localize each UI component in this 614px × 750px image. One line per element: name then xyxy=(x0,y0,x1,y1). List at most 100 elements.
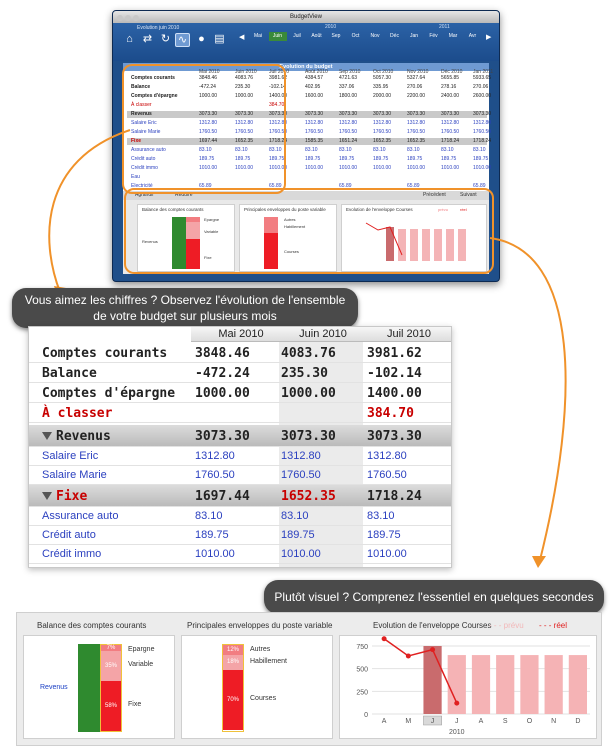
cell-value: 1697.44 xyxy=(195,488,250,504)
segment-percent: 58% xyxy=(104,703,117,709)
x-tick-label[interactable]: O xyxy=(527,718,533,725)
column-header[interactable]: Juil 2010 xyxy=(367,327,451,341)
current-month-bar[interactable] xyxy=(423,646,442,714)
envelopes-chart: 12% 18% 70% Autres Habillement Courses xyxy=(181,635,333,739)
evolution-chart: 0 250 500 750 A M J J A S O N D 2010 xyxy=(339,635,597,739)
summary-row[interactable]: Comptes d'épargne 1000.00 1000.00 1400.00 xyxy=(29,383,451,403)
segment-label: Epargne xyxy=(128,646,155,653)
segment-label: Fixe xyxy=(128,701,142,708)
row-label-text: À classer xyxy=(42,405,113,421)
cell-value: 1312.80 xyxy=(281,450,321,462)
row-divider xyxy=(29,422,451,423)
row-label: Salaire Marie xyxy=(42,469,107,481)
cell-value: 3073.30 xyxy=(367,428,422,444)
x-tick-label[interactable]: J xyxy=(431,718,435,725)
cell-value: 384.70 xyxy=(367,405,414,421)
fixe-group-row[interactable]: Fixe 1697.44 1652.35 1718.24 xyxy=(29,485,451,507)
y-tick-label: 750 xyxy=(356,644,368,651)
summary-row[interactable]: Balance -472.24 235.30 -102.14 xyxy=(29,363,451,383)
cell-value: 189.75 xyxy=(367,529,401,541)
revenus-label: Revenus xyxy=(40,684,68,691)
planned-bar[interactable] xyxy=(544,655,563,714)
cell-value: 3981.62 xyxy=(367,345,422,361)
x-tick-label[interactable]: M xyxy=(405,718,411,725)
expense-row[interactable]: Assurance auto 83.10 83.10 83.10 xyxy=(29,507,451,526)
collapse-triangle-icon[interactable] xyxy=(42,432,52,440)
column-header[interactable]: Mai 2010 xyxy=(201,327,281,341)
summary-row[interactable]: À classer 384.70 xyxy=(29,403,451,423)
segment-label: Autres xyxy=(250,646,271,653)
cell-value: 1760.50 xyxy=(281,469,321,481)
revenus-group-row[interactable]: Revenus 3073.30 3073.30 3073.30 xyxy=(29,425,451,447)
row-label: Crédit immo xyxy=(42,548,101,560)
cell-value: 1010.00 xyxy=(195,548,235,560)
x-tick-label[interactable]: A xyxy=(382,718,387,725)
row-divider xyxy=(29,563,451,564)
row-label-text: Crédit immo xyxy=(42,548,102,560)
expense-row[interactable]: Crédit auto 189.75 189.75 189.75 xyxy=(29,526,451,545)
legend-actual: - - - réel xyxy=(539,621,567,630)
row-label-text: Balance xyxy=(42,365,97,381)
planned-bar[interactable] xyxy=(471,655,491,714)
actual-line xyxy=(383,638,458,704)
cell-value: 83.10 xyxy=(367,510,395,522)
x-tick-label[interactable]: J xyxy=(455,718,459,725)
cell-value: 1760.50 xyxy=(367,469,407,481)
evolution-plot: 0 250 500 750 A M J J A S O N D 2010 xyxy=(356,636,590,736)
row-label-text: Crédit auto xyxy=(42,529,96,541)
cell-value: 189.75 xyxy=(281,529,315,541)
visual-callout-text: Plutôt visuel ? Comprenez l'essentiel en… xyxy=(274,590,594,604)
stack-segment: 12% xyxy=(223,645,243,655)
planned-bar[interactable] xyxy=(568,655,587,714)
planned-bar[interactable] xyxy=(496,655,515,714)
planned-bar[interactable] xyxy=(520,655,539,714)
visual-callout: Plutôt visuel ? Comprenez l'essentiel en… xyxy=(264,580,604,614)
cell-value: 4083.76 xyxy=(281,345,336,361)
row-label-text: Revenus xyxy=(56,428,111,444)
cell-value: 83.10 xyxy=(195,510,223,522)
segment-label: Variable xyxy=(128,661,154,668)
cell-value: 3848.46 xyxy=(195,345,250,361)
x-tick-label[interactable]: S xyxy=(503,718,508,725)
segment-percent: 12% xyxy=(226,647,239,653)
stack-segment: 18% xyxy=(223,655,243,670)
actual-point xyxy=(454,700,460,706)
cell-value: 3073.30 xyxy=(281,428,336,444)
row-label: Comptes courants xyxy=(42,346,167,361)
legend-planned-swatch: - - - xyxy=(489,621,504,630)
budget-evolution-table: Mai 2010 Juin 2010 Juil 2010 Comptes cou… xyxy=(28,326,452,568)
legend-planned: - - - prévu xyxy=(489,621,524,630)
y-tick-label: 250 xyxy=(356,689,368,696)
figures-callout-text: Vous aimez les chiffres ? Observez l'évo… xyxy=(24,293,346,323)
summary-row[interactable]: Comptes courants 3848.46 4083.76 3981.62 xyxy=(29,343,451,363)
income-row[interactable]: Salaire Marie 1760.50 1760.50 1760.50 xyxy=(29,466,451,485)
cell-value: 1400.00 xyxy=(367,385,422,401)
segment-percent: 35% xyxy=(104,663,117,669)
cell-value: 235.30 xyxy=(281,365,328,381)
column-header[interactable]: Juin 2010 xyxy=(281,327,365,341)
segment-label: Habillement xyxy=(250,657,287,665)
x-tick-label[interactable]: N xyxy=(551,718,556,725)
row-label-text: Comptes d'épargne xyxy=(42,385,176,401)
stack-segment: 58% xyxy=(101,681,121,731)
expense-row[interactable]: Crédit immo 1010.00 1010.00 1010.00 xyxy=(29,545,451,564)
x-tick-label[interactable]: D xyxy=(575,718,580,725)
legend-planned-label: prévu xyxy=(503,621,524,630)
charts-panel: Balance des comptes courants Revenus 7% 3… xyxy=(16,612,602,746)
balance-chart: Revenus 7% 35% 58% Epargne Variable Fixe xyxy=(23,635,175,739)
cell-value: 1312.80 xyxy=(367,450,407,462)
evolution-chart-title: Evolution de l'enveloppe Courses xyxy=(373,621,492,630)
cell-value: 1760.50 xyxy=(195,469,235,481)
stack-segment: 70% xyxy=(223,670,243,730)
row-label: Comptes d'épargne xyxy=(42,386,175,401)
row-label: Salaire Eric xyxy=(42,450,98,462)
figures-callout: Vous aimez les chiffres ? Observez l'évo… xyxy=(12,288,358,328)
segment-percent: 18% xyxy=(226,659,239,665)
revenue-bar xyxy=(78,644,100,732)
segment-label: Courses xyxy=(250,695,277,702)
x-tick-label[interactable]: A xyxy=(479,718,484,725)
income-row[interactable]: Salaire Eric 1312.80 1312.80 1312.80 xyxy=(29,447,451,466)
legend-actual-label: réel xyxy=(553,621,568,630)
expense-stack: 7% 35% 58% xyxy=(100,644,122,732)
collapse-triangle-icon[interactable] xyxy=(42,492,52,500)
